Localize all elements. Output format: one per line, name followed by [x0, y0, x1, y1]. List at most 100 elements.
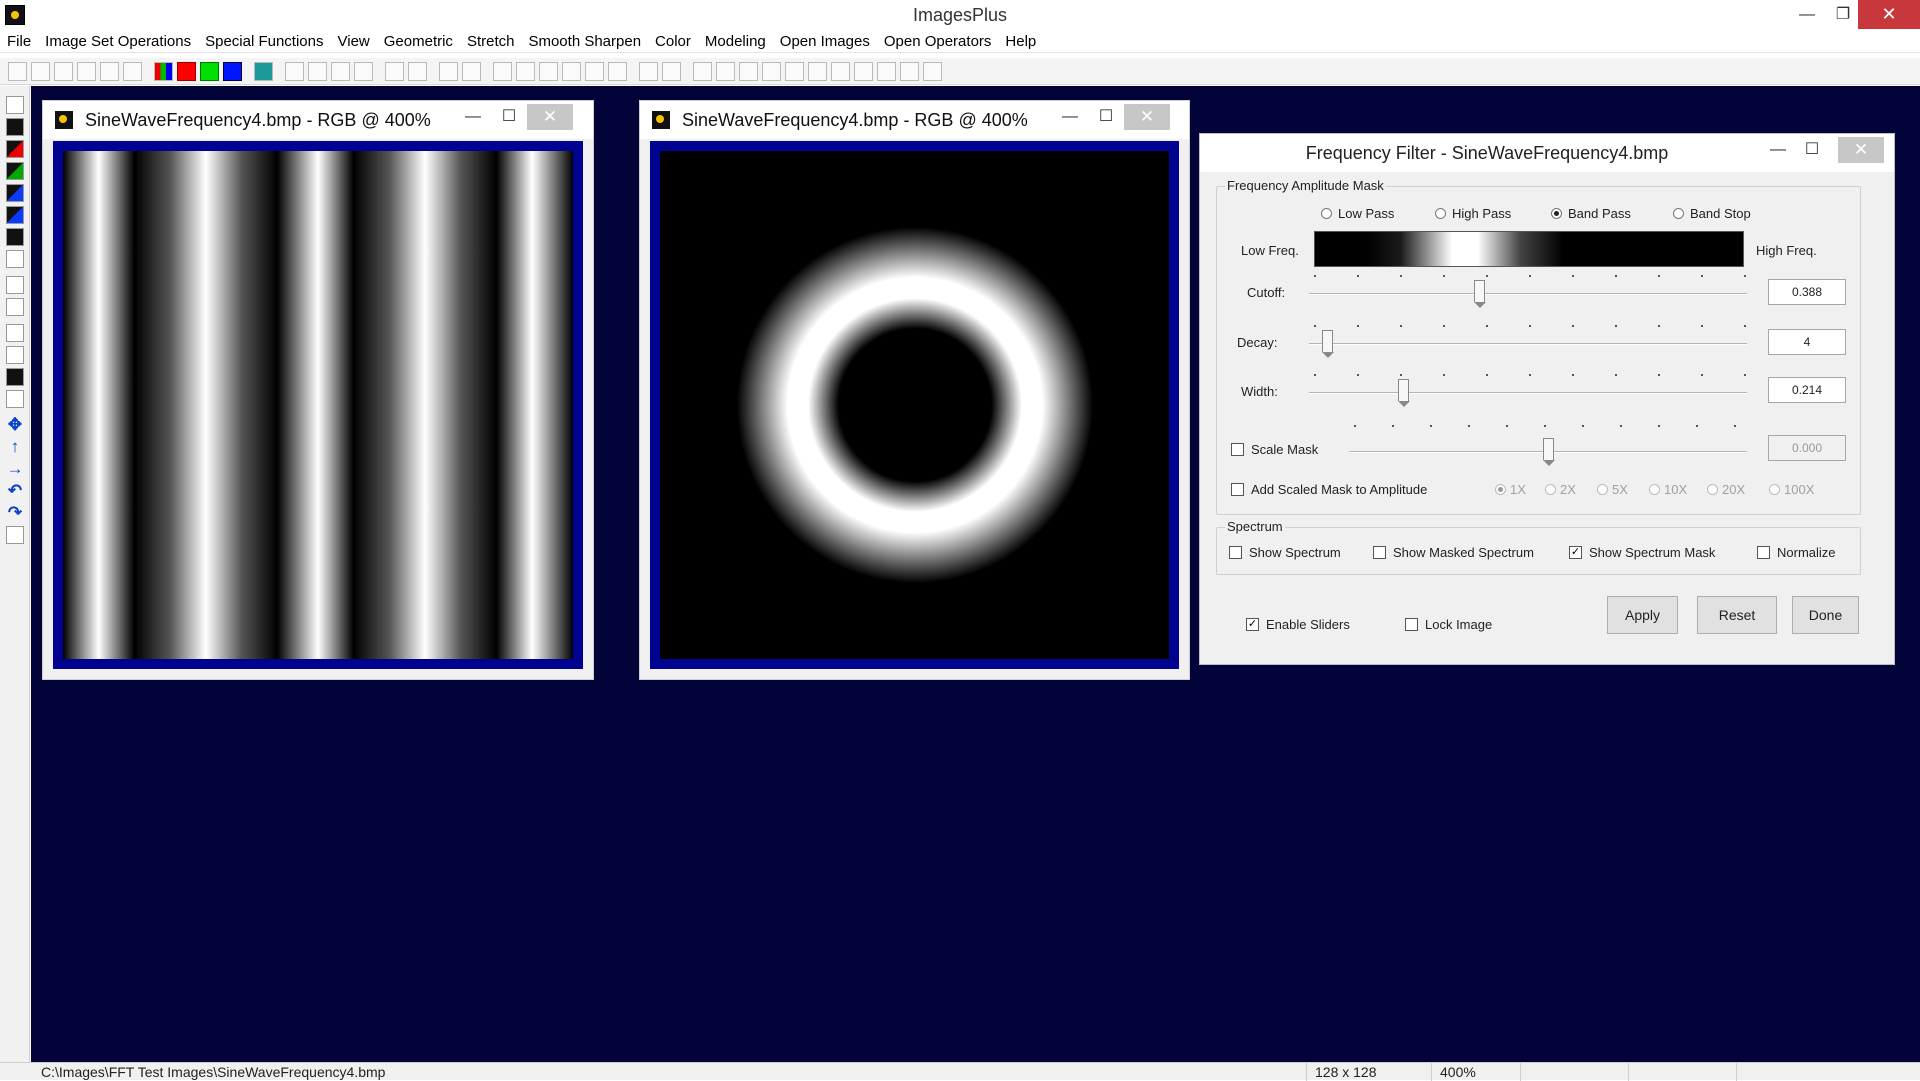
width-slider-track[interactable] [1309, 392, 1747, 394]
arrow-right-icon[interactable]: → [6, 460, 24, 478]
zoom-in-icon[interactable] [693, 62, 712, 81]
zoom-fit-icon[interactable] [739, 62, 758, 81]
show-spectrum-checkbox[interactable] [1229, 546, 1242, 559]
sine-wave-image[interactable] [63, 151, 573, 659]
remove-frame-icon[interactable] [808, 62, 827, 81]
fill-tool-icon[interactable] [6, 368, 24, 386]
square-tool-icon[interactable] [6, 324, 24, 342]
menu-open-operators[interactable]: Open Operators [877, 31, 999, 52]
image-close-button[interactable]: ✕ [1124, 104, 1170, 130]
curve-icon[interactable] [516, 62, 535, 81]
undo-disabled-icon[interactable] [285, 62, 304, 81]
crosshair-icon[interactable] [562, 62, 581, 81]
close-button[interactable]: ✕ [1858, 0, 1920, 29]
new-file-icon[interactable] [8, 62, 27, 81]
circle-select-red-icon[interactable] [408, 62, 427, 81]
done-button[interactable]: Done [1792, 596, 1859, 634]
normalize-checkbox[interactable] [1757, 546, 1770, 559]
multiplier-20x-radio[interactable] [1707, 484, 1718, 495]
lines-tool-icon[interactable] [6, 346, 24, 364]
dialog-close-button[interactable]: ✕ [1838, 137, 1884, 163]
green-tool-icon[interactable] [6, 162, 24, 180]
lock-image-checkbox[interactable] [1405, 618, 1418, 631]
plus-icon[interactable] [539, 62, 558, 81]
scale-mask-value-input[interactable]: 0.000 [1768, 435, 1846, 461]
calculator-icon[interactable] [585, 62, 604, 81]
apply-button[interactable]: Apply [1607, 596, 1678, 634]
menu-help[interactable]: Help [998, 31, 1043, 52]
multiplier-5x-radio[interactable] [1597, 484, 1608, 495]
width-value-input[interactable]: 0.214 [1768, 377, 1846, 403]
bw-tool-icon[interactable] [6, 250, 24, 268]
radio-band-stop[interactable] [1673, 208, 1684, 219]
menu-special-functions[interactable]: Special Functions [198, 31, 330, 52]
blue-tool-icon[interactable] [6, 184, 24, 202]
dialog-maximize-icon[interactable]: ☐ [1794, 137, 1830, 163]
flip-tool-icon[interactable] [6, 526, 24, 544]
multiplier-100x-radio[interactable] [1769, 484, 1780, 495]
cutoff-value-input[interactable]: 0.388 [1768, 279, 1846, 305]
dialog-minimize-button[interactable]: — [1760, 137, 1796, 163]
image-window-titlebar[interactable]: SineWaveFrequency4.bmp - RGB @ 400% — ☐ … [43, 101, 593, 139]
frame-small-icon[interactable] [877, 62, 896, 81]
diagonal-tool-icon[interactable] [6, 298, 24, 316]
cutoff-slider-track[interactable] [1309, 293, 1747, 295]
edit-image-icon[interactable] [608, 62, 627, 81]
contrast-tool-icon[interactable] [6, 228, 24, 246]
grid-icon[interactable] [254, 62, 273, 81]
arrow-up-icon[interactable]: ↑ [6, 438, 24, 456]
image-minimize-button[interactable]: — [455, 104, 491, 130]
menu-image-set-operations[interactable]: Image Set Operations [38, 31, 198, 52]
red-channel-icon[interactable] [177, 62, 196, 81]
frame-large-icon[interactable] [831, 62, 850, 81]
rotate-right-icon[interactable]: ↷ [6, 504, 24, 522]
show-masked-spectrum-checkbox[interactable] [1373, 546, 1386, 559]
frame-min-icon[interactable] [923, 62, 942, 81]
cutoff-slider-thumb[interactable] [1473, 280, 1486, 308]
multiplier-1x-radio[interactable] [1495, 484, 1506, 495]
frame-tiny-icon[interactable] [900, 62, 919, 81]
menu-stretch[interactable]: Stretch [460, 31, 522, 52]
decay-value-input[interactable]: 4 [1768, 329, 1846, 355]
add-frame-icon[interactable] [785, 62, 804, 81]
width-slider-thumb[interactable] [1397, 379, 1410, 407]
open-folder-icon[interactable] [31, 62, 50, 81]
rotate-left-icon[interactable]: ↶ [6, 482, 24, 500]
radio-low-pass[interactable] [1321, 208, 1332, 219]
minimize-button[interactable]: — [1787, 0, 1827, 29]
menu-file[interactable]: File [0, 31, 38, 52]
add-scaled-mask-checkbox[interactable] [1231, 483, 1244, 496]
scale-mask-slider-thumb[interactable] [1543, 438, 1555, 466]
redo-icon[interactable] [354, 62, 373, 81]
decay-slider-thumb[interactable] [1321, 330, 1334, 358]
spectrum-mask-image[interactable] [660, 151, 1169, 659]
restore-button[interactable]: ❐ [1823, 0, 1863, 29]
print-icon[interactable] [123, 62, 142, 81]
save-icon[interactable] [54, 62, 73, 81]
zoom-reset-icon[interactable] [762, 62, 781, 81]
image-maximize-icon[interactable]: ☐ [1088, 104, 1124, 130]
menu-view[interactable]: View [331, 31, 377, 52]
image-maximize-icon[interactable]: ☐ [491, 104, 527, 130]
blue-alt-tool-icon[interactable] [6, 206, 24, 224]
image-close-button[interactable]: ✕ [527, 104, 573, 130]
close-all-icon[interactable] [100, 62, 119, 81]
green-channel-icon[interactable] [200, 62, 219, 81]
radio-high-pass[interactable] [1435, 208, 1446, 219]
multiplier-10x-radio[interactable] [1649, 484, 1660, 495]
decay-slider-track[interactable] [1309, 343, 1747, 345]
menu-smooth-sharpen[interactable]: Smooth Sharpen [521, 31, 648, 52]
enable-sliders-checkbox[interactable]: ✓ [1246, 618, 1259, 631]
black-tool-icon[interactable] [6, 118, 24, 136]
dotted-steps-icon[interactable] [462, 62, 481, 81]
multiplier-2x-radio[interactable] [1545, 484, 1556, 495]
blue-channel-icon[interactable] [223, 62, 242, 81]
histogram-icon[interactable] [493, 62, 512, 81]
menu-geometric[interactable]: Geometric [377, 31, 460, 52]
record-tool-icon[interactable] [6, 390, 24, 408]
radio-band-pass[interactable] [1551, 208, 1562, 219]
save-tool-icon[interactable] [6, 96, 24, 114]
image-window-titlebar[interactable]: SineWaveFrequency4.bmp - RGB @ 400% — ☐ … [640, 101, 1189, 139]
reset-button[interactable]: Reset [1697, 596, 1777, 634]
zoom-out-icon[interactable] [716, 62, 735, 81]
